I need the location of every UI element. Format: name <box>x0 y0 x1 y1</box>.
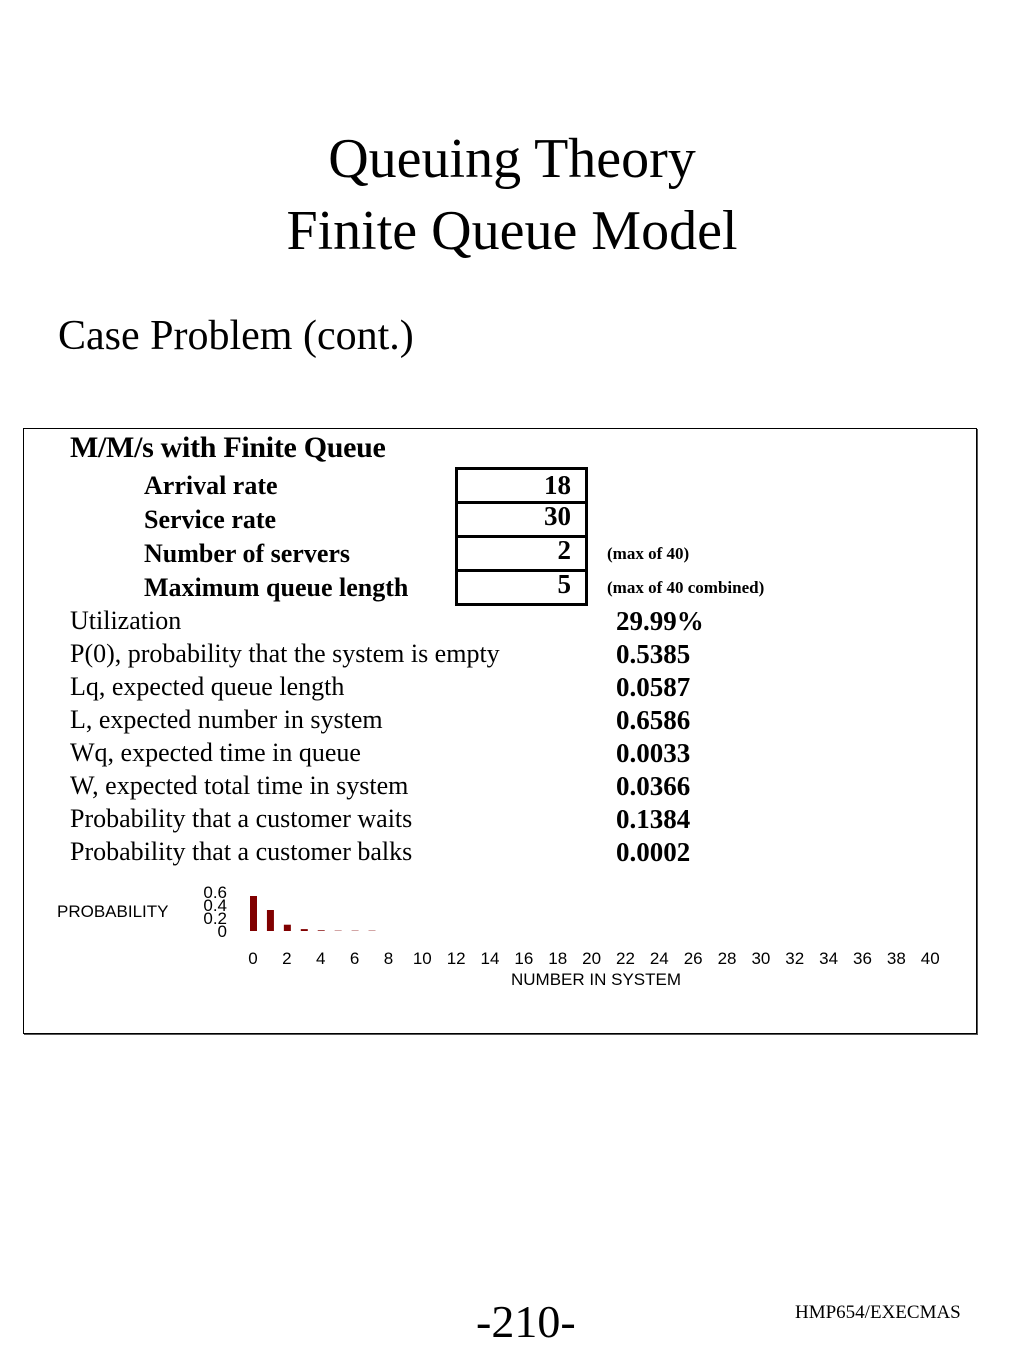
subtitle: Case Problem (cont.) <box>58 313 414 359</box>
probability-bar <box>317 930 325 931</box>
probability-bar <box>250 895 257 931</box>
x-axis-label: NUMBER IN SYSTEM <box>511 970 681 989</box>
x-tick-label: 28 <box>718 949 737 968</box>
x-tick-label: 2 <box>282 949 291 968</box>
x-tick-label: 38 <box>887 949 906 968</box>
x-tick-label: 16 <box>514 949 533 968</box>
x-tick-label: 18 <box>548 949 567 968</box>
x-tick-label: 24 <box>650 949 669 968</box>
x-tick-label: 12 <box>447 949 466 968</box>
probability-bar <box>266 909 274 931</box>
title-line-2: Finite Queue Model <box>286 200 738 262</box>
x-tick-label: 10 <box>413 949 432 968</box>
x-tick-label: 40 <box>921 949 940 968</box>
probability-chart: PROBABILITY NUMBER IN SYSTEM 0.60.40.20 … <box>57 883 940 989</box>
course-code: HMP654/EXECMAS <box>795 1302 961 1323</box>
x-tick-label: 6 <box>350 949 359 968</box>
y-tick-label: 0 <box>218 922 227 941</box>
y-axis-label: PROBABILITY <box>57 902 168 921</box>
probability-bar <box>368 930 376 931</box>
probability-bar <box>351 930 359 931</box>
x-tick-label: 30 <box>751 949 770 968</box>
probability-bar <box>283 924 291 931</box>
x-tick-label: 34 <box>819 949 838 968</box>
x-tick-label: 0 <box>248 949 257 968</box>
x-tick-label: 8 <box>384 949 393 968</box>
x-tick-label: 14 <box>481 949 500 968</box>
x-tick-label: 26 <box>684 949 703 968</box>
probability-bar <box>300 929 308 931</box>
probability-bar <box>334 930 342 931</box>
title-line-1: Queuing Theory <box>328 128 696 190</box>
spreadsheet-panel: M/M/s with Finite Queue Arrival rate 18 … <box>23 428 977 1034</box>
x-tick-label: 20 <box>582 949 601 968</box>
x-tick-label: 22 <box>616 949 635 968</box>
x-tick-label: 32 <box>785 949 804 968</box>
x-tick-label: 4 <box>316 949 325 968</box>
x-tick-label: 36 <box>853 949 872 968</box>
page-number: -210- <box>476 1296 576 1347</box>
